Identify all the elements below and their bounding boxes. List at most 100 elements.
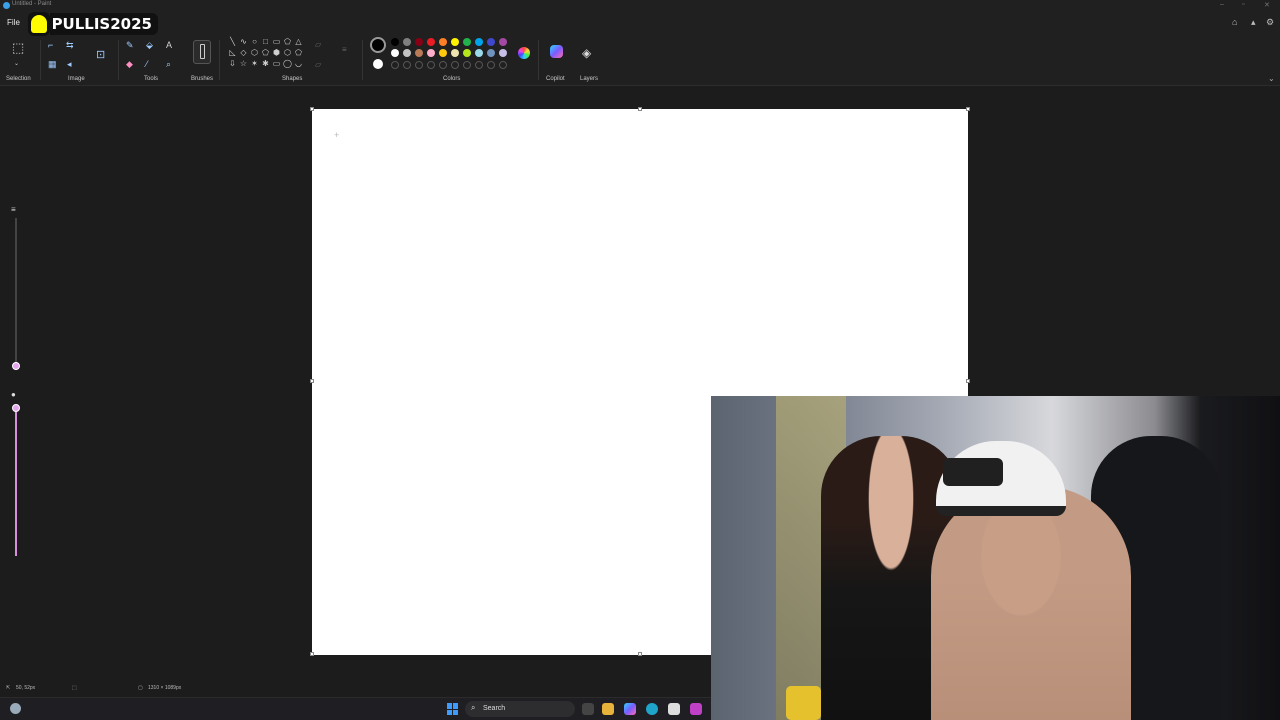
primary-color-swatch[interactable] [370,37,386,53]
brush-button[interactable] [193,40,211,64]
opacity-knob[interactable] [12,404,20,412]
shape-option[interactable]: ╲ [227,37,238,48]
settings-icon[interactable]: ⚙ [1266,17,1274,28]
color-picker-icon[interactable]: ⁄ [146,59,148,69]
close-icon[interactable]: ✕ [1264,1,1270,9]
shape-option[interactable]: ∿ [238,37,249,48]
shape-option[interactable]: ◺ [227,48,238,59]
share-icon[interactable]: ⌂ [1232,17,1237,27]
color-swatch[interactable] [439,38,447,46]
color-swatch[interactable] [451,38,459,46]
shape-option[interactable]: ☆ [238,59,249,70]
shape-fill-dropdown-icon[interactable]: ▱ [315,60,321,70]
file-menu[interactable]: File [7,18,20,27]
color-swatch[interactable] [427,38,435,46]
color-swatch[interactable] [439,49,447,57]
shape-option[interactable]: ◯ [282,59,293,70]
crop-icon[interactable]: ⌐ [48,40,53,50]
resize-handle[interactable] [310,379,314,383]
weather-icon[interactable] [10,703,21,714]
shape-option[interactable]: □ [260,37,271,48]
color-swatch[interactable] [499,49,507,57]
shape-option[interactable]: ⬠ [260,48,271,59]
magnifier-icon[interactable]: ⌕ [166,59,171,69]
color-swatch[interactable] [427,49,435,57]
collapse-ribbon-icon[interactable]: ⌄ [1268,74,1275,83]
shape-option[interactable]: ✶ [249,59,260,70]
selection-rect-icon[interactable]: ⬚ [12,41,24,54]
brush-size-slider[interactable] [15,218,17,368]
custom-color-slot[interactable] [415,61,423,69]
custom-color-slot[interactable] [439,61,447,69]
shape-option[interactable]: ⇩ [227,59,238,70]
edit-colors-icon[interactable] [518,47,530,59]
shape-option[interactable]: ⬡ [249,48,260,59]
shape-outline-icon[interactable]: ▱ [315,40,321,50]
eraser-icon[interactable]: ◆ [126,59,133,69]
taskbar-search[interactable]: ⌕ Search [465,701,575,717]
maximize-icon[interactable]: ▫ [1242,1,1244,8]
edge-icon[interactable] [646,703,658,715]
shape-option[interactable]: ⬢ [271,48,282,59]
custom-color-slot[interactable] [475,61,483,69]
color-swatch[interactable] [391,38,399,46]
text-tool-icon[interactable]: A [166,40,172,50]
color-swatch[interactable] [391,49,399,57]
custom-color-slot[interactable] [391,61,399,69]
image-select-icon[interactable]: ⊡ [96,50,105,61]
store-icon[interactable] [668,703,680,715]
minimize-icon[interactable]: – [1220,1,1224,8]
shape-option[interactable]: ⬠ [293,48,304,59]
color-swatch[interactable] [415,38,423,46]
resize-handle[interactable] [310,652,314,656]
copilot-icon[interactable] [550,45,563,58]
resize-handle[interactable] [638,652,642,656]
color-swatch[interactable] [463,49,471,57]
resize-handle[interactable] [638,107,642,111]
color-swatch[interactable] [451,49,459,57]
color-swatch[interactable] [475,49,483,57]
custom-color-slot[interactable] [403,61,411,69]
resize-icon[interactable]: ⇆ [66,40,74,50]
color-swatch[interactable] [475,38,483,46]
shape-option[interactable]: ▭ [271,37,282,48]
resize-handle[interactable] [310,107,314,111]
fill-bucket-icon[interactable]: ⬙ [146,40,153,50]
task-view-icon[interactable] [582,703,594,715]
custom-color-slot[interactable] [499,61,507,69]
resize-handle[interactable] [966,379,970,383]
color-swatch[interactable] [463,38,471,46]
resize-handle[interactable] [966,107,970,111]
shape-option[interactable]: ○ [249,37,260,48]
custom-color-slot[interactable] [463,61,471,69]
color-swatch[interactable] [487,38,495,46]
custom-color-slot[interactable] [487,61,495,69]
custom-color-slot[interactable] [451,61,459,69]
shape-option[interactable]: ⬠ [282,37,293,48]
remove-background-icon[interactable]: ▦ [48,59,57,69]
account-icon[interactable]: ▴ [1251,17,1256,28]
shape-option[interactable]: △ [293,37,304,48]
rotate-icon[interactable]: ◂ [67,59,72,69]
selection-dropdown-icon[interactable]: ⌄ [14,59,19,69]
shape-option[interactable]: ✱ [260,59,271,70]
pencil-icon[interactable]: ✎ [126,40,134,50]
color-swatch[interactable] [415,49,423,57]
start-button[interactable] [447,703,459,715]
color-swatch[interactable] [499,38,507,46]
shape-option[interactable]: ◇ [238,48,249,59]
copilot-taskbar-icon[interactable] [624,703,636,715]
color-swatch[interactable] [487,49,495,57]
app-icon[interactable] [690,703,702,715]
custom-color-slot[interactable] [427,61,435,69]
layers-icon[interactable]: ◈ [582,46,591,60]
shape-option[interactable]: ⬡ [282,48,293,59]
shape-option[interactable]: ◡ [293,59,304,70]
shape-option[interactable]: ▭ [271,59,282,70]
secondary-color-swatch[interactable] [373,59,383,69]
shape-fill-icon[interactable]: ≡ [342,45,347,55]
color-swatch[interactable] [403,38,411,46]
color-swatch[interactable] [403,49,411,57]
file-explorer-icon[interactable] [602,703,614,715]
brush-size-knob[interactable] [12,362,20,370]
